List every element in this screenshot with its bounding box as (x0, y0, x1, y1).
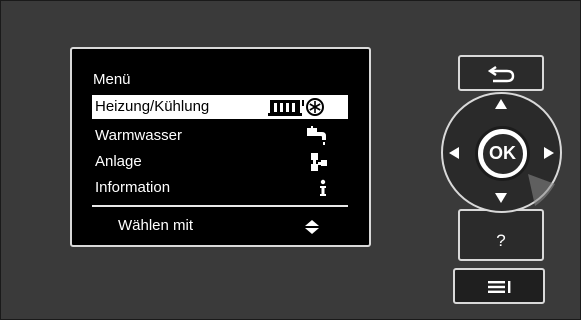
menu-item-information[interactable]: Information (92, 176, 348, 200)
menu-title: Menü (93, 71, 131, 88)
menu-item-anlage[interactable]: Anlage (92, 150, 348, 174)
help-label: ? (496, 231, 506, 250)
menu-button[interactable] (453, 268, 545, 304)
display-screen: Menü Heizung/Kühlung Warmwasser Anlage I… (70, 47, 371, 247)
back-arrow-icon (487, 66, 515, 83)
tap-icon (306, 124, 328, 148)
menu-list-icon (488, 281, 511, 293)
menu-item-warmwasser[interactable]: Warmwasser (92, 124, 348, 148)
system-icon (310, 150, 328, 174)
help-button[interactable]: ? (458, 209, 544, 261)
divider (92, 205, 348, 207)
up-arrow-button[interactable] (495, 99, 507, 109)
back-button[interactable] (458, 55, 544, 91)
ok-label: OK (480, 131, 525, 176)
ok-button[interactable]: OK (475, 126, 530, 181)
menu-item-label: Information (95, 179, 171, 196)
info-icon (318, 176, 328, 200)
hint-text: Wählen mit (118, 217, 194, 234)
right-arrow-button[interactable] (544, 147, 554, 159)
down-arrow-button[interactable] (495, 193, 507, 203)
up-down-arrows-icon (304, 219, 320, 240)
menu-item-heizung-kuehlung[interactable]: Heizung/Kühlung (92, 95, 348, 119)
menu-item-label: Anlage (95, 153, 142, 170)
radiator-snowflake-icon (268, 95, 328, 119)
menu-item-label: Heizung/Kühlung (95, 98, 210, 115)
left-arrow-button[interactable] (449, 147, 459, 159)
control-panel: Menü Heizung/Kühlung Warmwasser Anlage I… (0, 0, 581, 320)
menu-item-label: Warmwasser (95, 127, 182, 144)
